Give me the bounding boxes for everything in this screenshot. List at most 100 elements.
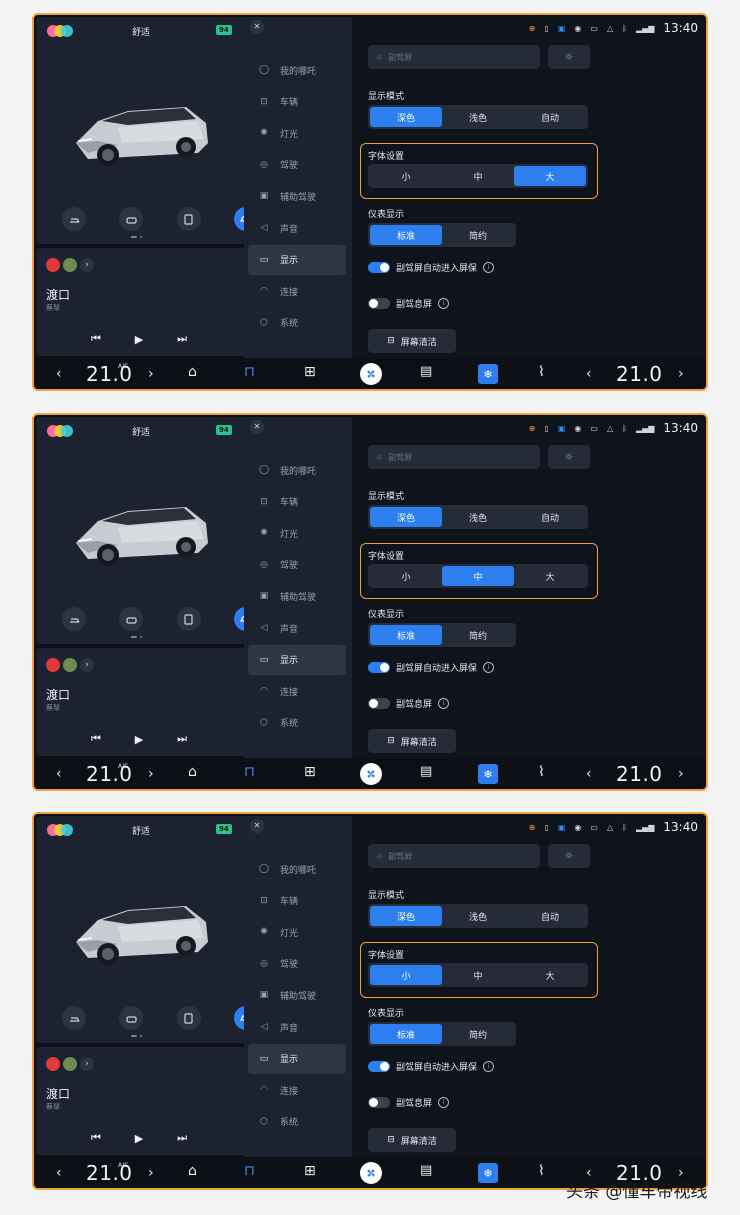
ac-label[interactable]: A/C — [118, 763, 128, 770]
font-size-option-1[interactable]: 中 — [442, 566, 514, 586]
display-mode-option-2[interactable]: 自动 — [514, 906, 586, 926]
chevron-right-icon[interactable]: › — [80, 1057, 94, 1071]
nav-item-6[interactable]: ▭ 显示 — [248, 644, 346, 675]
temp-down-left-icon[interactable]: ‹ — [56, 366, 62, 382]
display-mode-option-2[interactable]: 自动 — [514, 507, 586, 527]
instrument-option-0[interactable]: 标准 — [370, 225, 442, 245]
screen-off-toggle[interactable] — [368, 698, 390, 709]
fan-icon[interactable] — [360, 1162, 382, 1184]
info-icon[interactable]: i — [438, 298, 450, 309]
nav-item-8[interactable]: ⬡ 系统 — [248, 708, 346, 738]
music-app-icon[interactable] — [46, 658, 60, 672]
music-app-icon[interactable] — [46, 1057, 60, 1071]
font-size-option-2[interactable]: 大 — [514, 166, 586, 186]
apps-grid-icon[interactable]: ⊞ — [304, 764, 316, 780]
play-icon[interactable]: ▶ — [135, 733, 143, 746]
previous-track-icon[interactable]: ⏮ — [91, 1131, 101, 1145]
nav-item-1[interactable]: ⊡ 车辆 — [248, 886, 346, 916]
nav-item-4[interactable]: ▣ 辅助驾驶 — [248, 181, 346, 211]
close-icon[interactable]: ✕ — [250, 819, 264, 833]
instrument-option-1[interactable]: 简约 — [442, 1024, 514, 1044]
display-mode-option-1[interactable]: 浅色 — [442, 906, 514, 926]
auto-screensaver-toggle[interactable] — [368, 1061, 390, 1072]
screen-clean-button[interactable]: ⊟ 屏幕清洁 — [368, 729, 456, 753]
nav-item-0[interactable]: ◯ 我的哪吒 — [248, 55, 346, 85]
display-mode-option-2[interactable]: 自动 — [514, 107, 586, 127]
car-icon[interactable]: ⊓ — [244, 1163, 255, 1179]
info-icon[interactable]: i — [483, 262, 495, 273]
music-app-icon[interactable] — [46, 258, 60, 272]
nav-item-4[interactable]: ▣ 辅助驾驶 — [248, 581, 346, 611]
home-icon[interactable]: ⌂ — [188, 1163, 197, 1179]
temp-down-left-icon[interactable]: ‹ — [56, 1165, 62, 1181]
nav-item-5[interactable]: ◁ 声音 — [248, 213, 346, 243]
seat-heat-icon[interactable]: ⌇ — [538, 764, 545, 780]
nav-item-5[interactable]: ◁ 声音 — [248, 1012, 346, 1042]
close-icon[interactable]: ✕ — [250, 20, 264, 34]
nav-item-0[interactable]: ◯ 我的哪吒 — [248, 854, 346, 884]
nav-item-4[interactable]: ▣ 辅助驾驶 — [248, 980, 346, 1010]
font-size-option-1[interactable]: 中 — [442, 166, 514, 186]
apps-grid-icon[interactable]: ⊞ — [304, 1163, 316, 1179]
screen-clean-button[interactable]: ⊟ 屏幕清洁 — [368, 1128, 456, 1152]
instrument-option-0[interactable]: 标准 — [370, 1024, 442, 1044]
copilot-brightness-slider[interactable]: ☼ 副驾屏 — [368, 445, 540, 469]
info-icon[interactable]: i — [438, 698, 450, 709]
auto-brightness-button[interactable]: ☼ — [548, 45, 590, 69]
car-icon[interactable]: ⊓ — [244, 364, 255, 380]
font-size-option-0[interactable]: 小 — [370, 166, 442, 186]
right-temperature[interactable]: 21.0 — [616, 362, 663, 386]
home-icon[interactable]: ⌂ — [188, 364, 197, 380]
rear-defrost-icon[interactable]: ▤ — [420, 364, 432, 379]
chevron-right-icon[interactable]: › — [80, 658, 94, 672]
play-icon[interactable]: ▶ — [135, 333, 143, 346]
trunk-button[interactable] — [62, 207, 86, 231]
copilot-brightness-slider[interactable]: ☼ 副驾屏 — [368, 844, 540, 868]
screen-off-toggle[interactable] — [368, 1097, 390, 1108]
temp-down-right-icon[interactable]: ‹ — [586, 366, 592, 382]
play-icon[interactable]: ▶ — [135, 1132, 143, 1145]
ac-label[interactable]: A/C — [118, 1162, 128, 1169]
car-icon[interactable]: ⊓ — [244, 764, 255, 780]
temp-down-left-icon[interactable]: ‹ — [56, 766, 62, 782]
rear-defrost-icon[interactable]: ▤ — [420, 1163, 432, 1178]
font-size-option-0[interactable]: 小 — [370, 566, 442, 586]
temp-up-right-icon[interactable]: › — [678, 366, 684, 382]
nav-item-1[interactable]: ⊡ 车辆 — [248, 487, 346, 517]
next-track-icon[interactable]: ⏭ — [177, 1131, 187, 1145]
nav-item-0[interactable]: ◯ 我的哪吒 — [248, 455, 346, 485]
instrument-option-1[interactable]: 简约 — [442, 225, 514, 245]
screen-clean-button[interactable]: ⊟ 屏幕清洁 — [368, 329, 456, 353]
trunk-button[interactable] — [62, 1006, 86, 1030]
temp-up-left-icon[interactable]: › — [148, 366, 154, 382]
next-track-icon[interactable]: ⏭ — [177, 332, 187, 346]
fan-icon[interactable] — [360, 363, 382, 385]
close-icon[interactable]: ✕ — [250, 420, 264, 434]
chevron-right-icon[interactable]: › — [80, 258, 94, 272]
nav-item-2[interactable]: ✺ 灯光 — [248, 917, 346, 947]
temp-up-left-icon[interactable]: › — [148, 766, 154, 782]
ac-label[interactable]: A/C — [118, 363, 128, 370]
info-icon[interactable]: i — [483, 662, 495, 673]
previous-track-icon[interactable]: ⏮ — [91, 332, 101, 346]
charge-door-button[interactable] — [176, 607, 201, 631]
temp-up-left-icon[interactable]: › — [148, 1165, 154, 1181]
next-track-icon[interactable]: ⏭ — [177, 732, 187, 746]
screen-off-toggle[interactable] — [368, 298, 390, 309]
temp-up-right-icon[interactable]: › — [678, 766, 684, 782]
snowflake-icon[interactable]: ❄ — [478, 1163, 498, 1183]
snowflake-icon[interactable]: ❄ — [478, 364, 498, 384]
display-mode-option-0[interactable]: 深色 — [370, 906, 442, 926]
car-lock-button[interactable] — [119, 1006, 144, 1030]
auto-brightness-button[interactable]: ☼ — [548, 844, 590, 868]
album-art-icon[interactable] — [63, 258, 77, 272]
instrument-option-1[interactable]: 简约 — [442, 625, 514, 645]
copilot-brightness-slider[interactable]: ☼ 副驾屏 — [368, 45, 540, 69]
album-art-icon[interactable] — [63, 1057, 77, 1071]
seat-heat-icon[interactable]: ⌇ — [538, 364, 545, 380]
right-temperature[interactable]: 21.0 — [616, 762, 663, 786]
display-mode-option-0[interactable]: 深色 — [370, 507, 442, 527]
display-mode-option-1[interactable]: 浅色 — [442, 507, 514, 527]
trunk-button[interactable] — [62, 607, 86, 631]
auto-brightness-button[interactable]: ☼ — [548, 445, 590, 469]
